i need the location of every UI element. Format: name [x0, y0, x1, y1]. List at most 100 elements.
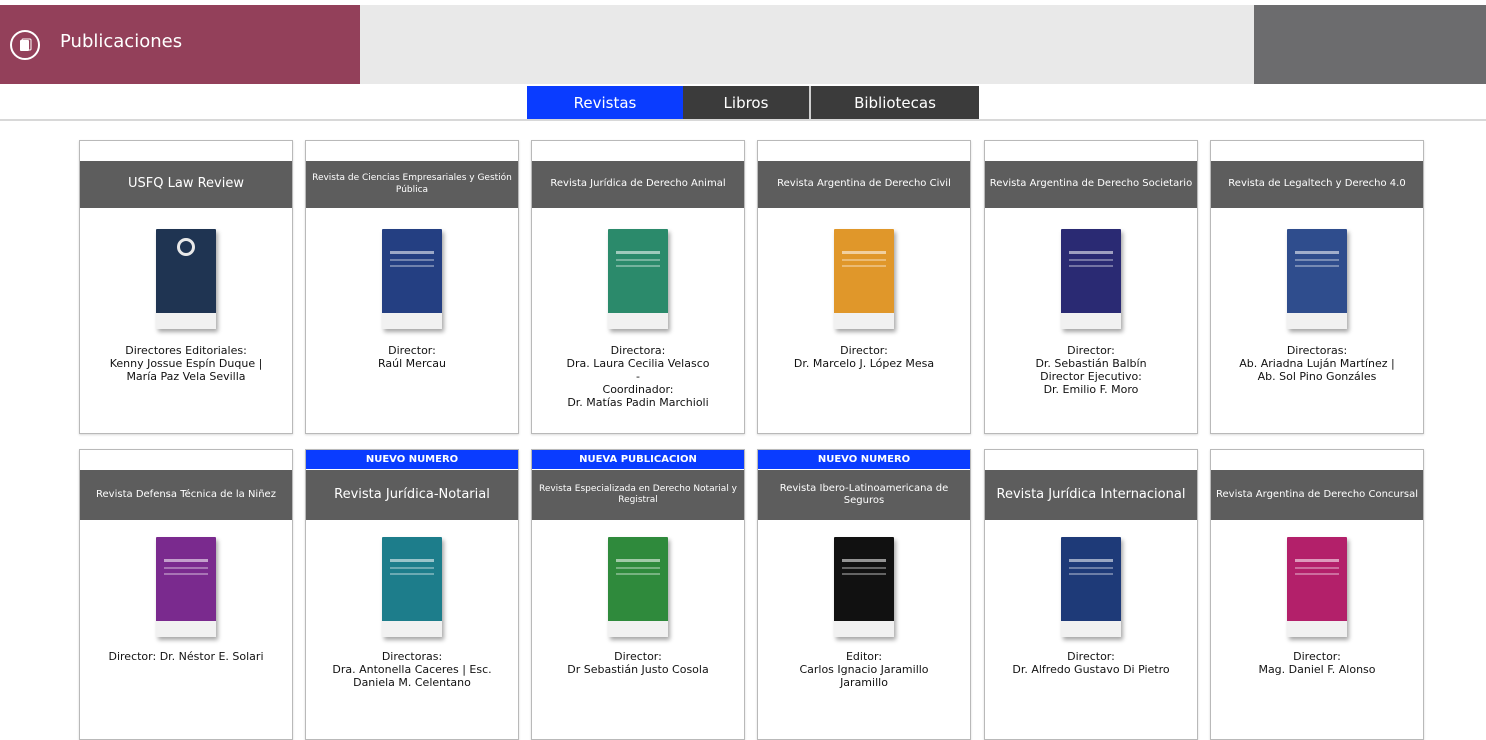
cover-footer — [608, 621, 668, 637]
cover-footer — [156, 621, 216, 637]
credit-line: Director: — [1067, 650, 1115, 663]
cover-text-line — [1069, 265, 1113, 267]
credit-line: Jaramillo — [840, 676, 888, 689]
university-seal-icon — [177, 238, 195, 256]
cover-text-line — [1295, 265, 1339, 267]
cover-text-line — [1069, 251, 1113, 254]
credit-line: Mag. Daniel F. Alonso — [1258, 663, 1376, 676]
journal-cover-image[interactable] — [834, 537, 894, 637]
cover-text-line — [390, 265, 434, 267]
top-header: Publicaciones — [0, 0, 1486, 84]
cover-text-line — [1295, 559, 1339, 562]
publication-card[interactable]: Revista de Ciencias Empresariales y Gest… — [305, 140, 519, 434]
cover-text-line — [616, 265, 660, 267]
publication-card[interactable]: Revista de Legaltech y Derecho 4.0 Direct… — [1210, 140, 1424, 434]
publication-credits: Director: Dr Sebastián Justo Cosola — [532, 650, 744, 676]
publication-credits: Directoras: Dra. Antonella Caceres | Esc.… — [306, 650, 518, 689]
publication-title[interactable]: Revista de Legaltech y Derecho 4.0 — [1211, 161, 1423, 208]
cover-text-line — [616, 559, 660, 562]
credit-line: Director: — [388, 344, 436, 357]
journal-cover-image[interactable] — [608, 537, 668, 637]
publication-credits: Directora: Dra. Laura Cecilia Velasco - Coo… — [532, 344, 744, 409]
cover-footer — [608, 313, 668, 329]
publication-credits: Director: Mag. Daniel F. Alonso — [1211, 650, 1423, 676]
new-issue-badge: NUEVA PUBLICACION — [532, 450, 744, 469]
journal-cover-image[interactable] — [382, 229, 442, 329]
credit-line: Dr. Alfredo Gustavo Di Pietro — [1012, 663, 1170, 676]
cover-text-line — [616, 259, 660, 261]
publication-title[interactable]: Revista Argentina de Derecho Civil — [758, 161, 970, 208]
credit-line: Director: — [1067, 344, 1115, 357]
new-issue-badge: NUEVO NUMERO — [306, 450, 518, 469]
publication-card[interactable]: Revista Argentina de Derecho Societario D… — [984, 140, 1198, 434]
credit-line: Dra. Laura Cecilia Velasco — [566, 357, 710, 370]
cover-text-line — [842, 573, 886, 575]
publication-title[interactable]: Revista Argentina de Derecho Concursal — [1211, 470, 1423, 520]
publication-card[interactable]: Revista Argentina de Derecho Concursal Di… — [1210, 449, 1424, 740]
cover-text-line — [616, 251, 660, 254]
credit-line: Raúl Mercau — [378, 357, 446, 370]
cover-text-line — [616, 567, 660, 569]
header-spacer — [360, 5, 1254, 84]
credit-line: Director: Dr. Néstor E. Solari — [108, 650, 264, 663]
publication-card[interactable]: Revista Defensa Técnica de la Niñez Direc… — [79, 449, 293, 740]
publication-title[interactable]: Revista Jurídica Internacional — [985, 470, 1197, 520]
credit-line: Directoras: — [381, 650, 443, 663]
publication-card[interactable]: USFQ Law Review Directores Editoriales: Ke… — [79, 140, 293, 434]
journal-cover-image[interactable] — [834, 229, 894, 329]
cover-text-line — [390, 251, 434, 254]
cover-text-line — [390, 259, 434, 261]
journal-cover-image[interactable] — [608, 229, 668, 329]
cover-footer — [156, 313, 216, 329]
cover-text-line — [842, 259, 886, 261]
tab-revistas[interactable]: Revistas — [527, 86, 683, 120]
journal-cover-image[interactable] — [1287, 537, 1347, 637]
publications-icon — [10, 29, 40, 60]
publication-title[interactable]: USFQ Law Review — [80, 161, 292, 208]
journal-cover-image[interactable] — [156, 537, 216, 637]
cover-text-line — [390, 559, 434, 562]
credit-line: Dr. Marcelo J. López Mesa — [793, 357, 935, 370]
publication-title[interactable]: Revista Jurídica de Derecho Animal — [532, 161, 744, 208]
cover-text-line — [1069, 573, 1113, 575]
publication-card[interactable]: Revista Jurídica de Derecho Animal Direct… — [531, 140, 745, 434]
publication-card[interactable]: NUEVO NUMERO Revista Ibero-Latinoamerican… — [757, 449, 971, 740]
publication-title[interactable]: Revista Jurídica-Notarial — [306, 470, 518, 520]
cover-text-line — [616, 573, 660, 575]
publication-credits: Director: Dr. Sebastián Balbín Director Ej… — [985, 344, 1197, 396]
header-right-panel — [1254, 5, 1486, 84]
publication-card[interactable]: NUEVO NUMERO Revista Jurídica-Notarial Dir… — [305, 449, 519, 740]
journal-cover-image[interactable] — [1287, 229, 1347, 329]
tab-bibliotecas[interactable]: Bibliotecas — [811, 86, 979, 120]
publication-title[interactable]: Revista Defensa Técnica de la Niñez — [80, 470, 292, 520]
cover-text-line — [164, 567, 208, 569]
cover-text-line — [1069, 259, 1113, 261]
journal-cover-image[interactable] — [1061, 229, 1121, 329]
journal-cover-image[interactable] — [1061, 537, 1121, 637]
publication-credits: Director: Dr. Néstor E. Solari — [80, 650, 292, 663]
publication-card[interactable]: Revista Jurídica Internacional Director: D… — [984, 449, 1198, 740]
credit-line: Dr Sebastián Justo Cosola — [567, 663, 709, 676]
publication-card[interactable]: NUEVA PUBLICACION Revista Especializada e… — [531, 449, 745, 740]
publication-title[interactable]: Revista Especializada en Derecho Notaria… — [532, 470, 744, 520]
publications-header[interactable]: Publicaciones — [0, 5, 360, 84]
credit-line: Dr. Sebastián Balbín — [1035, 357, 1147, 370]
cover-text-line — [842, 559, 886, 562]
publication-title[interactable]: Revista de Ciencias Empresariales y Gest… — [306, 161, 518, 208]
publication-title[interactable]: Revista Argentina de Derecho Societario — [985, 161, 1197, 208]
credit-line: Directores Editoriales: — [125, 344, 247, 357]
publication-card[interactable]: Revista Argentina de Derecho Civil Direct… — [757, 140, 971, 434]
journal-cover-image[interactable] — [156, 229, 216, 329]
cover-text-line — [1295, 567, 1339, 569]
tab-libros[interactable]: Libros — [683, 86, 809, 120]
cover-text-line — [842, 251, 886, 254]
credit-line: Director Ejecutivo: — [1040, 370, 1142, 383]
credit-line: - — [636, 370, 640, 383]
credit-line: Directoras: — [1286, 344, 1348, 357]
cover-text-line — [390, 567, 434, 569]
publication-credits: Directoras: Ab. Ariadna Luján Martínez | A… — [1211, 344, 1423, 383]
publication-title[interactable]: Revista Ibero-Latinoamericana de Seguros — [758, 470, 970, 520]
cover-footer — [834, 313, 894, 329]
tab-bar: Revistas Libros Bibliotecas — [527, 86, 979, 120]
journal-cover-image[interactable] — [382, 537, 442, 637]
